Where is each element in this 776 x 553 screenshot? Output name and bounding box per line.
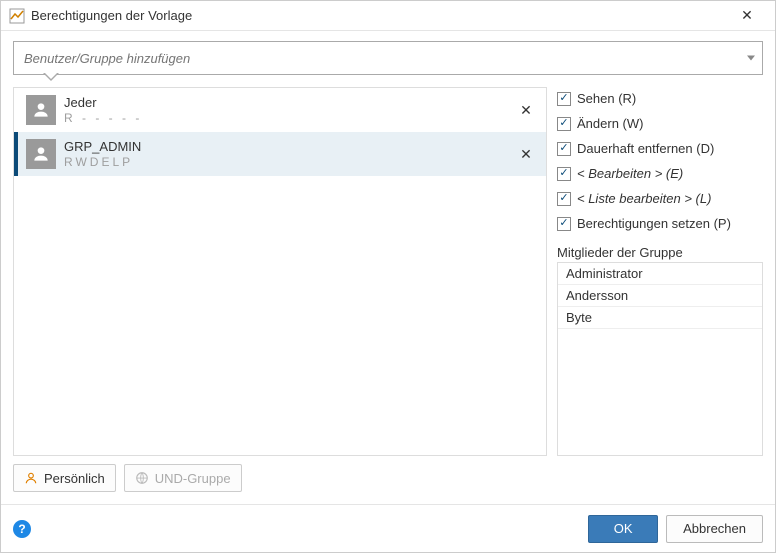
content-area: Jeder R - - - - - ✕ GRP_ADMIN RWDELP ✕	[1, 31, 775, 504]
user-icon	[26, 139, 56, 169]
entry-name: GRP_ADMIN	[64, 139, 514, 155]
entries-list: Jeder R - - - - - ✕ GRP_ADMIN RWDELP ✕	[13, 87, 547, 456]
members-header: Mitglieder der Gruppe	[557, 245, 763, 262]
entry-row[interactable]: Jeder R - - - - - ✕	[14, 88, 546, 132]
add-user-group-input[interactable]	[13, 41, 763, 75]
permission-row[interactable]: < Bearbeiten > (E)	[557, 166, 763, 181]
entry-perms: RWDELP	[64, 155, 514, 169]
cancel-button-label: Abbrechen	[683, 521, 746, 536]
personal-button-label: Persönlich	[44, 471, 105, 486]
permission-row[interactable]: Sehen (R)	[557, 91, 763, 106]
search-wrap	[13, 41, 763, 75]
permission-row[interactable]: < Liste bearbeiten > (L)	[557, 191, 763, 206]
selection-bar	[14, 132, 18, 176]
permission-row[interactable]: Berechtigungen setzen (P)	[557, 216, 763, 231]
checkbox-icon[interactable]	[557, 142, 571, 156]
permission-row[interactable]: Dauerhaft entfernen (D)	[557, 141, 763, 156]
entry-perms: R - - - - -	[64, 111, 514, 125]
permission-label: < Liste bearbeiten > (L)	[577, 191, 711, 206]
cancel-button[interactable]: Abbrechen	[666, 515, 763, 543]
dropdown-icon[interactable]	[747, 56, 755, 61]
help-button[interactable]: ?	[13, 520, 31, 538]
checkbox-icon[interactable]	[557, 92, 571, 106]
selection-bar	[14, 88, 18, 132]
person-icon	[24, 471, 38, 485]
window-close-button[interactable]: ✕	[727, 2, 767, 30]
app-icon	[9, 8, 25, 24]
checkbox-icon[interactable]	[557, 217, 571, 231]
entry-remove-button[interactable]: ✕	[514, 98, 538, 122]
und-group-button[interactable]: UND-Gruppe	[124, 464, 242, 492]
member-row[interactable]: Byte	[558, 307, 762, 329]
permission-row[interactable]: Ändern (W)	[557, 116, 763, 131]
permission-label: Sehen (R)	[577, 91, 636, 106]
checkbox-icon[interactable]	[557, 192, 571, 206]
permission-label: Dauerhaft entfernen (D)	[577, 141, 714, 156]
close-icon: ✕	[741, 7, 753, 24]
ok-button-label: OK	[614, 521, 633, 536]
checkbox-icon[interactable]	[557, 117, 571, 131]
member-row[interactable]: Administrator	[558, 263, 762, 285]
und-group-button-label: UND-Gruppe	[155, 471, 231, 486]
entry-name: Jeder	[64, 95, 514, 111]
close-icon: ✕	[520, 102, 532, 119]
permissions-list: Sehen (R) Ändern (W) Dauerhaft entfernen…	[557, 87, 763, 231]
right-panel: Sehen (R) Ändern (W) Dauerhaft entfernen…	[557, 87, 763, 456]
main-row: Jeder R - - - - - ✕ GRP_ADMIN RWDELP ✕	[13, 87, 763, 456]
entry-remove-button[interactable]: ✕	[514, 142, 538, 166]
entry-texts: Jeder R - - - - -	[64, 95, 514, 125]
help-icon: ?	[18, 522, 25, 536]
members-list: Administrator Andersson Byte	[557, 262, 763, 456]
checkbox-icon[interactable]	[557, 167, 571, 181]
globe-icon	[135, 471, 149, 485]
below-list-buttons: Persönlich UND-Gruppe	[13, 464, 763, 492]
permission-label: Ändern (W)	[577, 116, 643, 131]
permission-label: < Bearbeiten > (E)	[577, 166, 683, 181]
window-title: Berechtigungen der Vorlage	[31, 8, 727, 23]
close-icon: ✕	[520, 146, 532, 163]
user-icon	[26, 95, 56, 125]
ok-button[interactable]: OK	[588, 515, 658, 543]
titlebar: Berechtigungen der Vorlage ✕	[1, 1, 775, 31]
permission-label: Berechtigungen setzen (P)	[577, 216, 731, 231]
personal-button[interactable]: Persönlich	[13, 464, 116, 492]
entry-texts: GRP_ADMIN RWDELP	[64, 139, 514, 169]
footer: ? OK Abbrechen	[1, 504, 775, 552]
member-row[interactable]: Andersson	[558, 285, 762, 307]
entry-row[interactable]: GRP_ADMIN RWDELP ✕	[14, 132, 546, 176]
